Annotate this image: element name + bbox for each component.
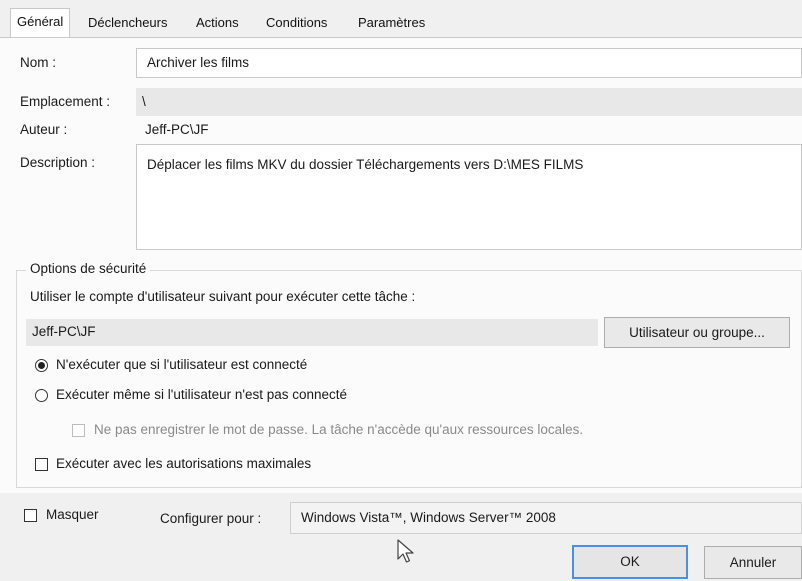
run-only-logged-on-label[interactable]: N'exécuter que si l'utilisateur est conn… — [56, 357, 307, 372]
do-not-store-password-label: Ne pas enregistrer le mot de passe. La t… — [94, 422, 584, 437]
name-field[interactable]: Archiver les films — [136, 48, 802, 78]
radio-selected-dot — [38, 362, 45, 369]
name-label: Nom : — [20, 55, 57, 70]
dialog-footer: Masquer Configurer pour : Windows Vista™… — [0, 493, 802, 581]
hidden-label[interactable]: Masquer — [46, 507, 99, 522]
configure-for-label: Configurer pour : — [160, 511, 262, 526]
user-or-group-button[interactable]: Utilisateur ou groupe... — [604, 317, 790, 348]
security-options-title: Options de sécurité — [26, 261, 151, 276]
do-not-store-password-checkbox[interactable] — [72, 424, 85, 437]
account-prompt: Utiliser le compte d'utilisateur suivant… — [30, 289, 416, 304]
tab-triggers[interactable]: Déclencheurs — [86, 12, 170, 34]
run-whether-logged-on-label[interactable]: Exécuter même si l'utilisateur n'est pas… — [56, 387, 347, 402]
run-whether-logged-on-radio[interactable] — [35, 389, 48, 402]
tab-conditions[interactable]: Conditions — [264, 12, 329, 34]
ok-button[interactable]: OK — [572, 545, 688, 579]
mouse-pointer-icon — [397, 539, 414, 563]
tab-actions[interactable]: Actions — [194, 12, 241, 34]
highest-privileges-checkbox[interactable] — [35, 458, 48, 471]
description-label: Description : — [20, 155, 96, 170]
account-bar — [26, 319, 598, 346]
configure-for-select[interactable]: Windows Vista™, Windows Server™ 2008 — [290, 502, 802, 534]
author-value: Jeff-PC\JF — [145, 122, 209, 137]
location-label: Emplacement : — [20, 94, 111, 109]
tab-settings[interactable]: Paramètres — [356, 12, 427, 34]
cancel-button[interactable]: Annuler — [704, 546, 802, 579]
location-value: \ — [142, 94, 146, 109]
author-label: Auteur : — [20, 122, 68, 137]
description-field[interactable]: Déplacer les films MKV du dossier Téléch… — [136, 144, 802, 250]
highest-privileges-label[interactable]: Exécuter avec les autorisations maximale… — [56, 456, 311, 471]
general-panel: Nom : Archiver les films Emplacement : \… — [0, 38, 802, 493]
location-bar — [136, 88, 802, 116]
account-value: Jeff-PC\JF — [32, 324, 96, 339]
tab-bar: Général Déclencheurs Actions Conditions … — [0, 0, 802, 39]
run-only-logged-on-radio[interactable] — [35, 359, 48, 372]
tab-general[interactable]: Général — [10, 8, 71, 39]
hidden-checkbox[interactable] — [24, 509, 37, 522]
